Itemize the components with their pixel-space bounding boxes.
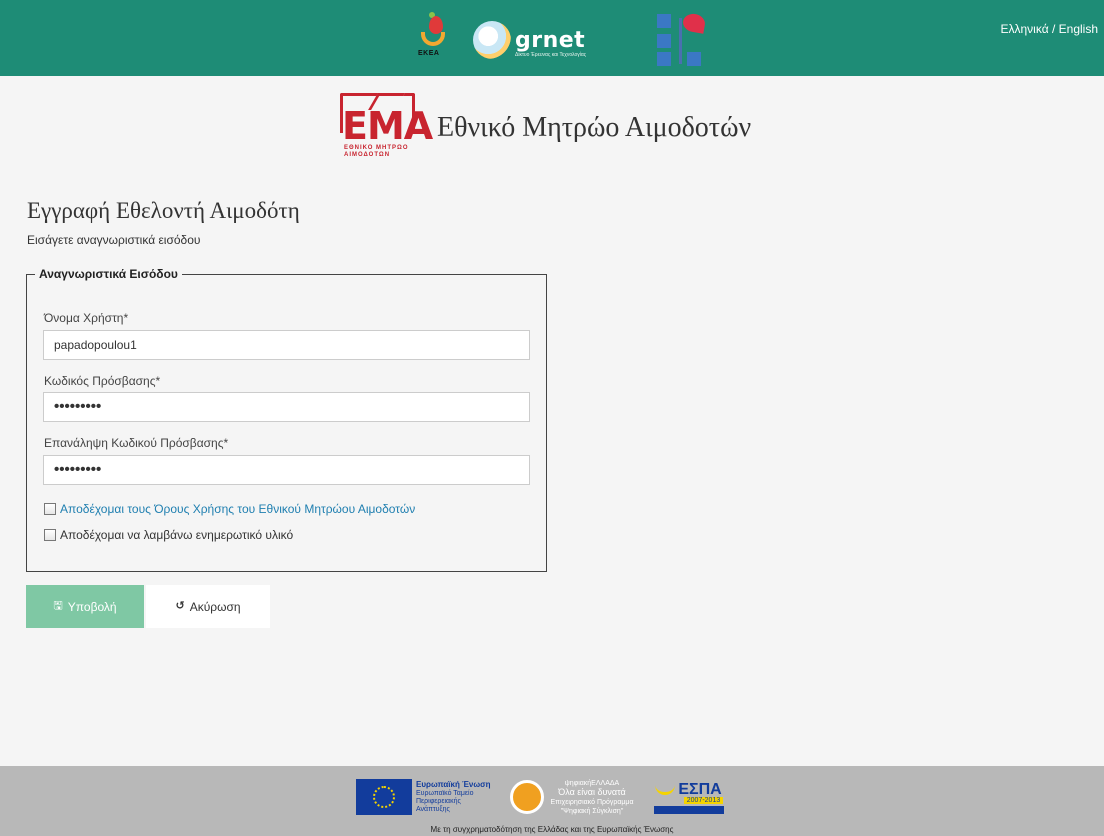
espa-bar-shape [653,805,724,814]
terms-checkbox[interactable] [44,503,56,515]
ministry-square-shape [657,14,671,28]
ekea-logo: ΕΚΕΑ [415,12,465,68]
partner-logos: ΕΚΕΑ grnet Δίκτυο Έρευνας και Τεχνολογία… [415,12,707,68]
eu-logo-line: Ανάπτυξης [416,805,450,813]
digital-greece-text: ψηφιακήΕΛΛΑΔΑ Όλα είναι δυνατά Επιχειρησ… [550,779,633,816]
digital-greece-line: "Ψηφιακή Σύγκλιση" [560,807,624,815]
ministry-square-shape [657,52,671,66]
fieldset-legend: Αναγνωριστικά Εισόδου [27,267,182,281]
username-label: Όνομα Χρήστη* [44,311,129,325]
eu-logo-text: Ευρωπαϊκή Ένωση Ευρωπαϊκό Ταμείο Περιφερ… [416,779,491,814]
newsletter-checkbox[interactable] [44,529,56,541]
cancel-button-label: Ακύρωση [189,599,241,614]
espa-years: 2007-2013 [683,796,724,804]
password-repeat-label: Επανάληψη Κωδικού Πρόσβασης* [44,436,229,450]
funding-caption: Με τη συγχρηματοδότηση της Ελλάδας και τ… [430,825,674,834]
login-credentials-fieldset: Αναγνωριστικά Εισόδου Όνομα Χρήστη* papa… [26,267,547,572]
ema-logo-small-line: ΑΙΜΟΔΟΤΩΝ [344,152,391,158]
page-title: Εγγραφή Εθελοντή Αιμοδότη [27,198,300,223]
grnet-logo-text: grnet [515,27,586,53]
username-input[interactable]: papadopoulou1 [43,330,530,360]
terms-checkbox-row[interactable]: Αποδέχομαι τους Όρους Χρήσης του Εθνικού… [44,502,415,516]
ema-logo-letters: ΕΜΑ [342,104,433,148]
ema-logo-small-text: ΕΘΝΙΚΟ ΜΗΤΡΩΟ ΑΙΜΟΔΟΤΩΝ [344,145,409,159]
password-input[interactable]: ••••••••• [43,392,530,422]
ema-logo: ΕΜΑ ΕΘΝΙΚΟ ΜΗΤΡΩΟ ΑΙΜΟΔΟΤΩΝ [340,93,433,163]
eu-flag-icon [356,779,412,815]
digital-greece-face-icon [510,780,545,814]
grnet-logo: grnet Δίκτυο Έρευνας και Τεχνολογίας [473,12,619,68]
page-subtitle: Εισάγετε αναγνωριστικά εισόδου [27,233,201,247]
language-switch-link[interactable]: Ελληνικά / English [1001,22,1099,36]
eu-logo-line: Ευρωπαϊκό Ταμείο [416,789,474,797]
ministry-square-shape [687,52,701,66]
ekea-cup-shape [421,32,445,46]
footer: Ευρωπαϊκή Ένωση Ευρωπαϊκό Ταμείο Περιφερ… [0,766,1104,836]
espa-swoosh-icon [655,785,676,795]
grnet-tagline: Δίκτυο Έρευνας και Τεχνολογίας [515,52,587,58]
password-label: Κωδικός Πρόσβασης* [44,374,161,388]
undo-icon: ↺ [175,600,185,612]
cancel-button[interactable]: ↺ Ακύρωση [146,585,270,628]
digital-greece-line: Επιχειρησιακό Πρόγραμμα [550,798,634,806]
digital-greece-line: Όλα είναι δυνατά [558,786,626,797]
eu-logo-line: Περιφερειακής [416,797,461,805]
newsletter-checkbox-label: Αποδέχομαι να λαμβάνω ενημερωτικό υλικό [60,528,294,542]
site-brand: ΕΜΑ ΕΘΝΙΚΟ ΜΗΤΡΩΟ ΑΙΜΟΔΟΤΩΝ Εθνικό Μητρώ… [340,93,751,163]
site-title: Εθνικό Μητρώο Αιμοδοτών [437,112,752,143]
ministry-health-logo [657,12,707,68]
eu-logo-line: Ευρωπαϊκή Ένωση [416,779,491,789]
floppy-disk-icon: 🖫 [53,600,63,612]
digital-greece-logo: ψηφιακήΕΛΛΑΔΑ Όλα είναι δυνατά Επιχειρησ… [510,779,634,816]
ministry-square-shape [657,34,671,48]
caduceus-icon [679,18,682,64]
heart-icon [681,12,707,34]
ekea-logo-text: ΕΚΕΑ [418,50,440,57]
password-repeat-input[interactable]: ••••••••• [43,455,530,485]
submit-button[interactable]: 🖫 Υποβολή [26,585,144,628]
top-header-bar: ΕΚΕΑ grnet Δίκτυο Έρευνας και Τεχνολογία… [0,0,1104,76]
digital-greece-line: ψηφιακήΕΛΛΑΔΑ [564,779,620,787]
terms-of-use-link[interactable]: Αποδέχομαι τους Όρους Χρήσης του Εθνικού… [60,502,415,516]
grnet-orbit-icon [473,21,511,59]
newsletter-checkbox-row[interactable]: Αποδέχομαι να λαμβάνω ενημερωτικό υλικό [44,528,293,542]
submit-button-label: Υποβολή [67,599,117,614]
ema-logo-small-line: ΕΘΝΙΚΟ ΜΗΤΡΩΟ [344,145,409,151]
funding-logos: Ευρωπαϊκή Ένωση Ευρωπαϊκό Ταμείο Περιφερ… [356,774,724,820]
espa-logo: ΕΣΠΑ 2007-2013 [653,781,724,814]
eu-erdf-logo: Ευρωπαϊκή Ένωση Ευρωπαϊκό Ταμείο Περιφερ… [356,779,490,815]
